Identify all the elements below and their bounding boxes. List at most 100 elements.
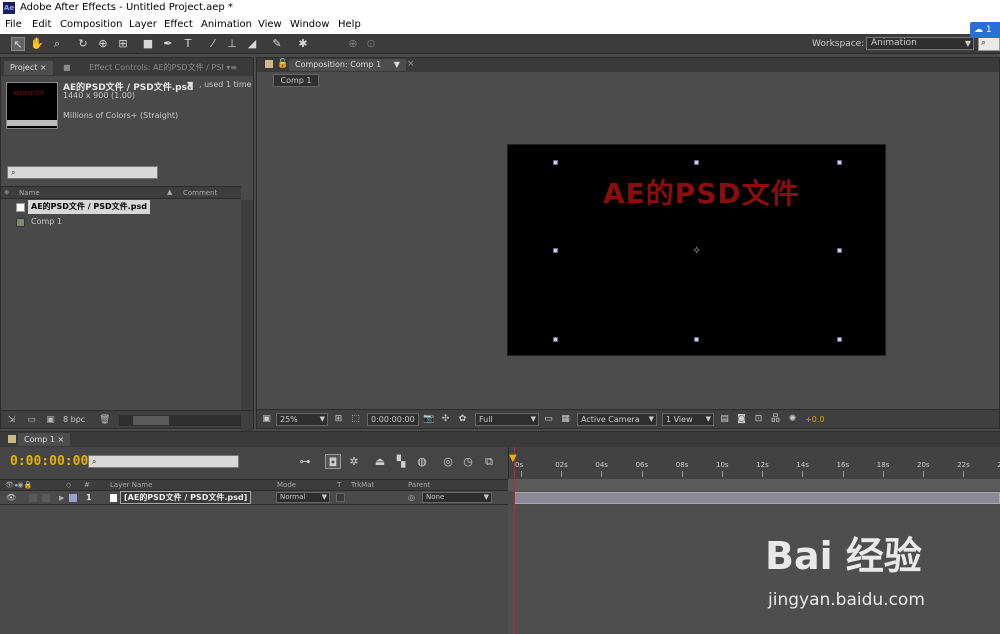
timeline-current-time[interactable]: 0:00:00:00: [10, 454, 88, 469]
timeline-icon[interactable]: ⊡: [753, 414, 764, 425]
graph-editor-icon[interactable]: ⧉: [481, 454, 497, 469]
mask-visibility-icon[interactable]: ⬚: [350, 414, 361, 425]
current-time-field[interactable]: 0:00:00:00: [367, 413, 419, 426]
layer-duration-bar[interactable]: [514, 492, 1000, 504]
auto-keyframe-icon[interactable]: ◷: [460, 454, 476, 469]
transform-handle[interactable]: [837, 337, 842, 342]
blend-mode-dropdown[interactable]: Normal ▼: [276, 492, 330, 503]
selection-tool-icon[interactable]: ↖: [11, 37, 25, 51]
column-layer-name[interactable]: Layer Name: [110, 481, 152, 489]
trash-icon[interactable]: 🗑: [99, 415, 110, 425]
fast-previews-icon[interactable]: ◙: [736, 414, 747, 425]
hide-shy-layers-icon[interactable]: ⏏: [372, 454, 388, 469]
help-search-input[interactable]: ⌕: [978, 36, 1000, 51]
hand-tool-icon[interactable]: ✋: [30, 37, 44, 51]
chevron-down-icon[interactable]: ▼: [394, 60, 400, 69]
time-ruler[interactable]: 0s02s04s06s08s10s12s14s16s18s20s22s24s: [508, 447, 1000, 479]
puppet-pin-icon[interactable]: ✱: [296, 37, 310, 51]
menu-window[interactable]: Window: [290, 19, 329, 30]
pen-tool-icon[interactable]: ✒: [161, 37, 175, 51]
layer-name[interactable]: [AE的PSD文件 / PSD文件.psd]: [120, 491, 252, 504]
text-tool-icon[interactable]: T: [181, 37, 195, 51]
color-channels-icon[interactable]: ✿: [457, 414, 468, 425]
brainstorm-icon[interactable]: ◎: [440, 454, 456, 469]
transform-handle[interactable]: [837, 248, 842, 253]
motion-blur-icon[interactable]: ◍: [414, 454, 430, 469]
snapshot-icon[interactable]: 📷: [423, 414, 434, 425]
tab-composition[interactable]: Composition: Comp 1 ▼: [289, 59, 406, 71]
brush-tool-icon[interactable]: ⁄: [206, 37, 220, 51]
menu-composition[interactable]: Composition: [60, 19, 122, 30]
column-comment[interactable]: Comment: [183, 189, 217, 197]
menu-layer[interactable]: Layer: [129, 19, 157, 30]
views-dropdown[interactable]: 1 View ▼: [662, 413, 714, 426]
frame-blending-icon[interactable]: ▚: [393, 454, 409, 469]
pick-whip-icon[interactable]: ◎: [408, 491, 415, 505]
work-area-bar[interactable]: [508, 479, 1000, 491]
pan-behind-icon[interactable]: ⊞: [116, 37, 130, 51]
flowchart-icon[interactable]: 品: [770, 414, 781, 425]
project-horizontal-scrollbar[interactable]: [119, 415, 241, 426]
interpret-footage-icon[interactable]: ⇲: [6, 415, 17, 425]
panel-menu-icon[interactable]: ▾≡: [226, 63, 237, 72]
transform-handle[interactable]: [553, 160, 558, 165]
preserve-transparency-checkbox[interactable]: [336, 493, 345, 502]
transform-handle[interactable]: [553, 337, 558, 342]
camera-dropdown[interactable]: Active Camera ▼: [577, 413, 657, 426]
menu-view[interactable]: View: [258, 19, 282, 30]
label-column-icon[interactable]: ◆: [4, 188, 9, 196]
transform-handle[interactable]: [553, 248, 558, 253]
transform-handle[interactable]: [694, 337, 699, 342]
menu-edit[interactable]: Edit: [32, 19, 51, 30]
tab-effect-controls[interactable]: ■ Effect Controls: AE的PSD文件 / PSI ▾≡: [57, 61, 243, 75]
playhead-handle-icon[interactable]: ▼: [509, 454, 519, 464]
exposure-value[interactable]: +0.0: [805, 415, 824, 424]
project-vertical-scrollbar[interactable]: [241, 200, 253, 470]
always-preview-icon[interactable]: ▣: [261, 414, 272, 425]
expand-arrow-icon[interactable]: ▶: [59, 491, 64, 505]
rectangle-mask-icon[interactable]: ■: [141, 37, 155, 51]
anchor-point-icon[interactable]: ✧: [692, 245, 701, 256]
menu-file[interactable]: File: [5, 19, 22, 30]
comp-mini-flowchart-icon[interactable]: ⊶: [297, 454, 313, 469]
solo-switch[interactable]: [29, 494, 37, 502]
layer-label-color[interactable]: [69, 494, 77, 502]
safe-zones-icon[interactable]: ⊞: [333, 414, 344, 425]
transform-handle[interactable]: [694, 160, 699, 165]
transform-handle[interactable]: [837, 160, 842, 165]
eraser-icon[interactable]: ◢: [245, 37, 259, 51]
table-row[interactable]: 👁 ▶ 1 [AE的PSD文件 / PSD文件.psd] Normal ▼ ◎ N…: [0, 491, 508, 505]
close-icon[interactable]: ×: [407, 59, 415, 69]
new-composition-icon[interactable]: ▣: [45, 415, 56, 425]
orbit-camera-icon[interactable]: ⊕: [96, 37, 110, 51]
new-folder-icon[interactable]: ▭: [26, 415, 37, 425]
zoom-dropdown[interactable]: 25% ▼: [276, 413, 328, 426]
menu-animation[interactable]: Animation: [201, 19, 252, 30]
toggle-pixel-aspect-icon[interactable]: ▤: [719, 414, 730, 425]
list-item[interactable]: Comp 1: [1, 215, 241, 229]
workspace-dropdown[interactable]: Animation ▼: [866, 37, 974, 50]
clone-stamp-icon[interactable]: ⊥: [225, 37, 239, 51]
rotation-tool-icon[interactable]: ↻: [76, 37, 90, 51]
tab-comp-1[interactable]: Comp 1 ×: [18, 433, 71, 446]
show-snapshot-icon[interactable]: ✣: [440, 414, 451, 425]
roto-brush-icon[interactable]: ✎: [270, 37, 284, 51]
draft-3d-icon[interactable]: ✲: [346, 454, 362, 469]
zoom-tool-icon[interactable]: ⌕: [50, 37, 64, 51]
playhead-line[interactable]: [514, 447, 515, 634]
sort-arrow-icon[interactable]: ▲: [167, 188, 172, 196]
comp-navigator-tab[interactable]: Comp 1: [273, 74, 319, 87]
item-dropdown-icon[interactable]: ▼: [187, 80, 193, 89]
live-update-icon[interactable]: ◘: [325, 454, 341, 469]
close-icon[interactable]: ×: [40, 63, 47, 72]
project-search-input[interactable]: ⌕: [7, 166, 158, 179]
tab-project[interactable]: Project ×: [4, 61, 53, 75]
menu-help[interactable]: Help: [338, 19, 361, 30]
timeline-search-input[interactable]: ⌕: [88, 455, 239, 468]
list-item[interactable]: AE的PSD文件 / PSD文件.psd: [1, 200, 241, 214]
transparency-grid-icon[interactable]: ▦: [560, 414, 571, 425]
lock-icon[interactable]: 🔓: [277, 59, 288, 69]
close-icon[interactable]: ×: [58, 435, 65, 444]
bit-depth-button[interactable]: 8 bpc: [63, 415, 85, 424]
scrollbar-thumb[interactable]: [133, 416, 169, 425]
